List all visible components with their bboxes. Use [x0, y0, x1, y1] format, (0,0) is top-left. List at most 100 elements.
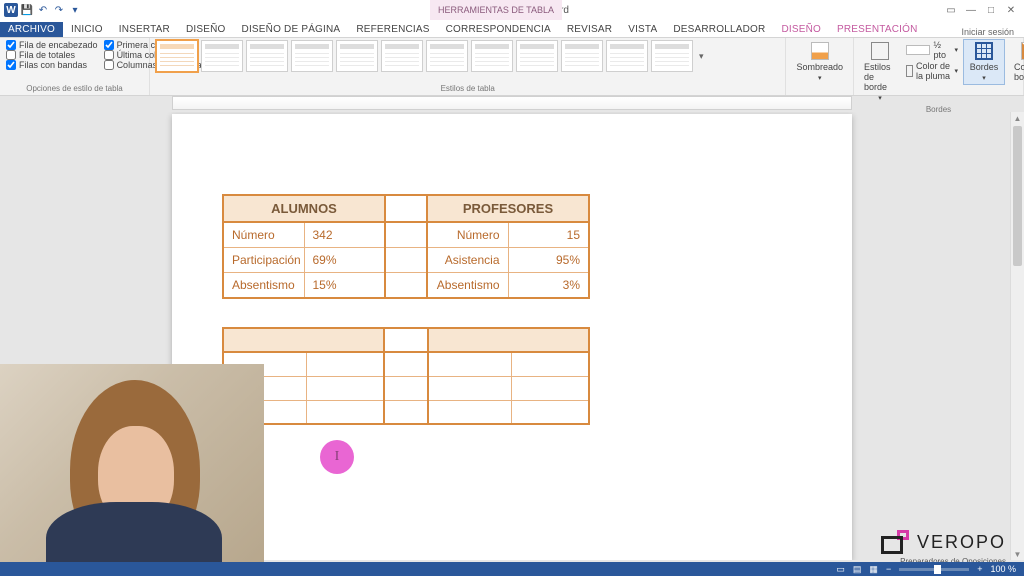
tab-table-design[interactable]: DISEÑO [773, 22, 829, 37]
table-2[interactable] [222, 327, 590, 425]
ribbon-options-icon[interactable]: ▭ [944, 3, 958, 17]
close-icon[interactable]: ✕ [1004, 3, 1018, 17]
sign-in-link[interactable]: Iniciar sesión [961, 27, 1024, 37]
borders-icon [975, 42, 993, 60]
status-bar: ▭ ▤ ▦ − + 100 % [0, 562, 1024, 576]
table-styles-gallery[interactable]: ▾ [156, 40, 779, 72]
cell[interactable] [385, 222, 427, 248]
tab-desarrollador[interactable]: DESARROLLADOR [665, 22, 773, 37]
shading-button[interactable]: Sombreado ▾ [792, 40, 847, 84]
cell[interactable]: Número [427, 222, 508, 248]
cell[interactable] [384, 328, 428, 352]
table-style-thumb[interactable] [426, 40, 468, 72]
view-read-icon[interactable]: ▭ [836, 564, 845, 575]
tab-diseno-pagina[interactable]: DISEÑO DE PÁGINA [234, 22, 349, 37]
tab-file[interactable]: ARCHIVO [0, 22, 63, 37]
chk-banded-rows[interactable]: Filas con bandas [6, 60, 98, 70]
table1-header-right[interactable]: PROFESORES [427, 195, 589, 222]
tab-table-layout[interactable]: PRESENTACIÓN [829, 22, 926, 37]
table-style-thumb[interactable] [471, 40, 513, 72]
maximize-icon[interactable]: □ [984, 3, 998, 17]
zoom-out-icon[interactable]: − [886, 564, 891, 574]
undo-icon[interactable]: ↶ [36, 3, 50, 17]
chk-total-row[interactable]: Fila de totales [6, 50, 98, 60]
chevron-down-icon: ▾ [955, 67, 959, 75]
cell[interactable]: 3% [508, 273, 589, 299]
qat-more-icon[interactable]: ▾ [68, 3, 82, 17]
redo-icon[interactable]: ↷ [52, 3, 66, 17]
scroll-down-icon[interactable]: ▼ [1011, 548, 1024, 560]
quick-access-toolbar: W 💾 ↶ ↷ ▾ [0, 3, 82, 17]
zoom-level[interactable]: 100 % [990, 564, 1016, 574]
borders-button[interactable]: Bordes ▾ [964, 40, 1004, 84]
tab-correspondencia[interactable]: CORRESPONDENCIA [438, 22, 559, 37]
ribbon-tabs: ARCHIVO INICIO INSERTAR DISEÑO DISEÑO DE… [0, 20, 1024, 38]
table-style-thumb[interactable] [606, 40, 648, 72]
cell[interactable]: Número [223, 222, 304, 248]
table-style-thumb[interactable] [516, 40, 558, 72]
table-style-thumb[interactable] [156, 40, 198, 72]
page[interactable]: ALUMNOS PROFESORES Número 342 Número 15 … [172, 114, 852, 560]
zoom-slider[interactable] [899, 568, 969, 571]
cell[interactable]: 15% [304, 273, 385, 299]
cell[interactable]: 15 [508, 222, 589, 248]
table-1[interactable]: ALUMNOS PROFESORES Número 342 Número 15 … [222, 194, 590, 299]
table-row[interactable] [223, 376, 589, 400]
border-painter-button[interactable]: Copiar borde [1010, 40, 1024, 84]
scroll-thumb[interactable] [1013, 126, 1022, 266]
brand-logo: VEROPO Preparadores de Oposiciones [881, 530, 1006, 554]
table-row[interactable] [223, 352, 589, 376]
table-style-thumb[interactable] [651, 40, 693, 72]
tab-referencias[interactable]: REFERENCIAS [348, 22, 437, 37]
window-controls: ▭ — □ ✕ [944, 3, 1024, 17]
brand-name: VEROPO [917, 532, 1006, 553]
table1-header-left[interactable]: ALUMNOS [223, 195, 385, 222]
table-style-thumb[interactable] [201, 40, 243, 72]
minimize-icon[interactable]: — [964, 3, 978, 17]
chk-header-row[interactable]: Fila de encabezado [6, 40, 98, 50]
table-style-thumb[interactable] [381, 40, 423, 72]
bucket-icon [811, 42, 829, 60]
table1-header-sep[interactable] [385, 195, 427, 222]
border-styles-button[interactable]: Estilos de borde ▾ [860, 40, 900, 104]
cell[interactable]: 342 [304, 222, 385, 248]
cell[interactable]: Absentismo [427, 273, 508, 299]
cell[interactable]: Absentismo [223, 273, 304, 299]
cell[interactable] [223, 328, 384, 352]
gallery-more-icon[interactable]: ▾ [696, 51, 707, 62]
cell[interactable] [428, 328, 589, 352]
tab-inicio[interactable]: INICIO [63, 22, 111, 37]
vertical-scrollbar[interactable]: ▲ ▼ [1010, 112, 1024, 560]
cell[interactable] [385, 248, 427, 273]
word-icon: W [4, 3, 18, 17]
tab-revisar[interactable]: REVISAR [559, 22, 620, 37]
tab-vista[interactable]: VISTA [620, 22, 665, 37]
cell[interactable]: 69% [304, 248, 385, 273]
pen-color-dropdown[interactable]: Color de la pluma ▾ [906, 61, 958, 81]
border-styles-icon [871, 42, 889, 60]
tab-insertar[interactable]: INSERTAR [111, 22, 178, 37]
cell[interactable]: Asistencia [427, 248, 508, 273]
contextual-tab-title: HERRAMIENTAS DE TABLA [430, 0, 562, 20]
table-row[interactable]: Número 342 Número 15 [223, 222, 589, 248]
pen-weight-dropdown[interactable]: ½ pto ▾ [906, 40, 958, 60]
cell[interactable]: Participación [223, 248, 304, 273]
scroll-up-icon[interactable]: ▲ [1011, 112, 1024, 124]
table-row[interactable]: Absentismo 15% Absentismo 3% [223, 273, 589, 299]
table-row[interactable] [223, 400, 589, 424]
table-row[interactable]: Participación 69% Asistencia 95% [223, 248, 589, 273]
view-web-icon[interactable]: ▦ [869, 564, 878, 575]
table-style-thumb[interactable] [246, 40, 288, 72]
table-style-thumb[interactable] [291, 40, 333, 72]
table-style-thumb[interactable] [336, 40, 378, 72]
view-print-icon[interactable]: ▤ [853, 564, 862, 575]
group-borders: Estilos de borde ▾ ½ pto ▾ Color de la p… [854, 38, 1024, 95]
webcam-overlay [0, 364, 264, 562]
cell[interactable] [385, 273, 427, 299]
cell[interactable]: 95% [508, 248, 589, 273]
chevron-down-icon: ▾ [955, 46, 959, 54]
table-style-thumb[interactable] [561, 40, 603, 72]
save-icon[interactable]: 💾 [20, 3, 34, 17]
zoom-in-icon[interactable]: + [977, 564, 982, 574]
tab-diseno[interactable]: DISEÑO [178, 22, 234, 37]
